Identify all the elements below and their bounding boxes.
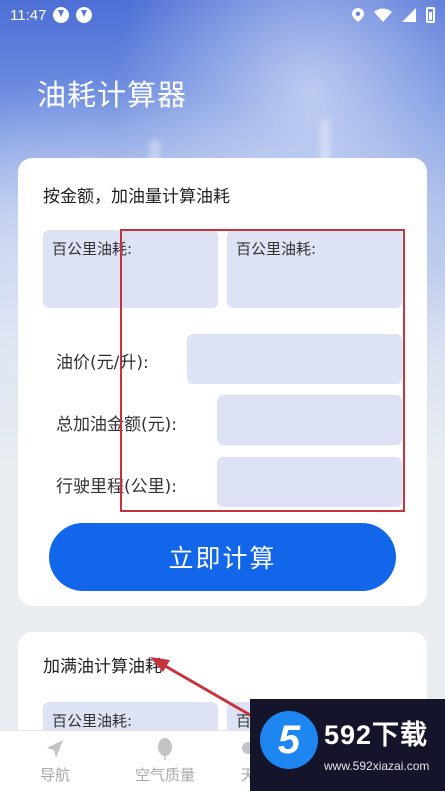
result-label: 百公里油耗: (52, 712, 133, 730)
site-watermark: 5 592下载 www.592xiazai.com (250, 699, 445, 791)
battery-icon (426, 7, 435, 23)
calculate-button[interactable]: 立即计算 (49, 523, 396, 591)
nav-label: 导航 (39, 766, 70, 784)
watermark-url: www.592xiazai.com (324, 759, 430, 773)
card-title: 加满油计算油耗 (43, 657, 162, 677)
balloon-icon (158, 738, 172, 760)
nav-item-air-quality[interactable]: 空气质量 (120, 731, 210, 791)
navigation-icon (47, 740, 63, 758)
status-bar: 11:47 (0, 0, 445, 30)
wifi-icon (374, 8, 392, 22)
download-icon (76, 7, 93, 23)
result-label: 百 (236, 712, 252, 730)
status-time: 11:47 (10, 6, 47, 24)
card-title: 按金额，加油量计算油耗 (43, 187, 230, 207)
page-title: 油耗计算器 (37, 78, 188, 112)
watermark-logo: 5 (260, 711, 318, 769)
download-icon (53, 7, 70, 23)
annotation-highlight-box (120, 229, 405, 512)
nav-item-navigation[interactable]: 导航 (20, 731, 90, 791)
location-icon (352, 8, 364, 22)
signal-icon (402, 8, 416, 22)
nav-label: 空气质量 (134, 766, 195, 784)
watermark-brand: 592下载 (324, 720, 429, 750)
